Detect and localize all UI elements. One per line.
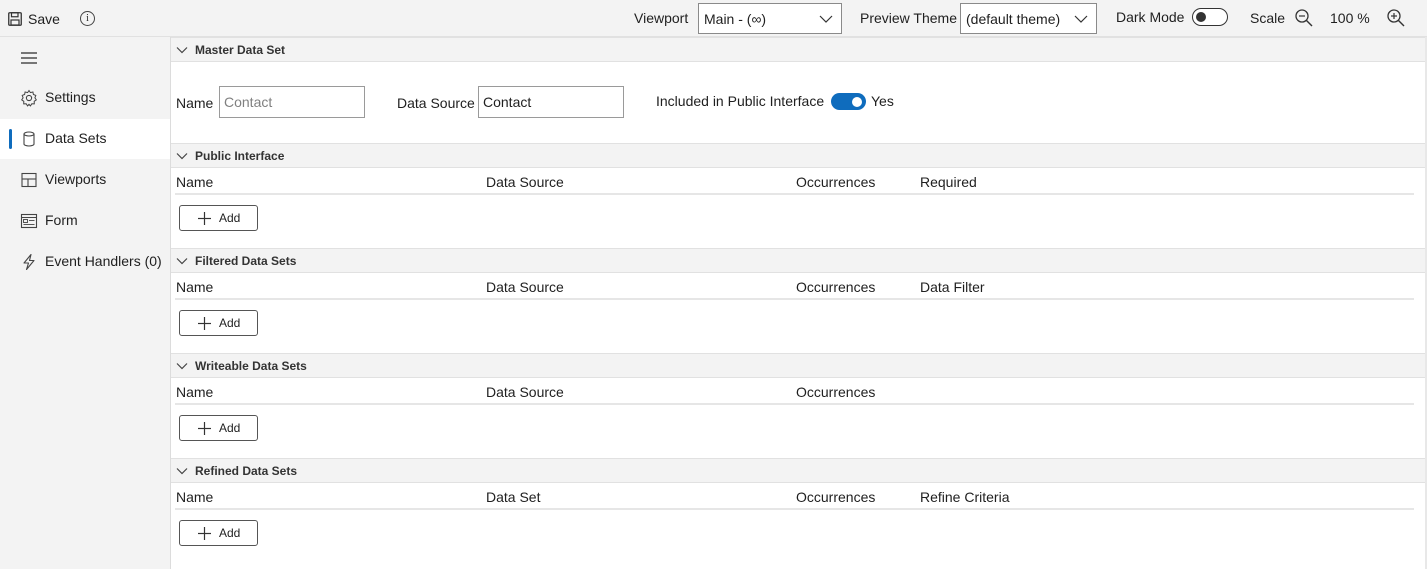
gear-icon [21, 89, 37, 107]
zoom-in-icon[interactable] [1386, 8, 1406, 28]
sidebar-item-event-handlers[interactable]: Event Handlers (0) [0, 242, 170, 282]
zoom-out-icon[interactable] [1294, 8, 1314, 28]
section-title: Writeable Data Sets [195, 359, 307, 373]
layout-icon [21, 172, 37, 188]
theme-select[interactable]: (default theme) [960, 3, 1097, 34]
chevron-down-icon [176, 468, 188, 475]
sidebar-item-viewports[interactable]: Viewports [0, 160, 170, 200]
data-source-input[interactable] [478, 86, 624, 118]
add-filtered-data-set-button[interactable]: Add [179, 310, 258, 336]
chevron-down-icon [176, 153, 188, 160]
viewport-label: Viewport [634, 10, 689, 26]
column-header-data-source: Data Source [486, 174, 564, 190]
column-header-data-source: Data Source [486, 384, 564, 400]
sidebar: Settings Data Sets Viewports Form Event … [0, 37, 171, 569]
info-button[interactable]: i [80, 0, 95, 37]
column-header-required: Required [920, 174, 977, 190]
save-button[interactable]: Save [8, 0, 60, 37]
dark-mode-label: Dark Mode [1116, 9, 1185, 25]
column-header-name: Name [176, 279, 214, 295]
save-icon [8, 11, 22, 26]
sidebar-item-label: Form [45, 212, 78, 228]
add-refined-data-set-button[interactable]: Add [179, 520, 258, 546]
plus-icon [198, 527, 211, 540]
info-icon: i [80, 11, 95, 26]
hamburger-menu-icon[interactable] [20, 51, 38, 65]
sidebar-item-label: Viewports [45, 171, 107, 187]
active-indicator [9, 129, 12, 149]
add-button-label: Add [219, 421, 241, 435]
public-interface-value: Yes [871, 93, 894, 109]
section-title: Refined Data Sets [195, 464, 298, 478]
scale-label: Scale [1250, 10, 1286, 26]
viewport-select[interactable]: Main - (∞) [698, 3, 842, 34]
sidebar-item-label: Event Handlers (0) [45, 253, 162, 269]
plus-icon [198, 212, 211, 225]
column-header-refine-criteria: Refine Criteria [920, 489, 1010, 505]
plus-icon [198, 422, 211, 435]
chevron-down-icon [1074, 15, 1088, 23]
chevron-down-icon [176, 47, 188, 54]
sidebar-item-label: Settings [45, 89, 96, 105]
data-source-label: Data Source [397, 95, 475, 111]
section-header-filtered-data-sets[interactable]: Filtered Data Sets [171, 248, 1425, 273]
name-label: Name [176, 95, 214, 111]
form-icon [20, 213, 38, 229]
add-public-interface-button[interactable]: Add [179, 205, 258, 231]
header-divider [175, 403, 1414, 405]
save-label: Save [28, 10, 60, 27]
header-divider [175, 193, 1414, 195]
zoom-value: 100 % [1330, 10, 1370, 26]
section-header-public-interface[interactable]: Public Interface [171, 143, 1425, 168]
section-header-refined-data-sets[interactable]: Refined Data Sets [171, 458, 1425, 483]
name-input[interactable] [219, 86, 365, 118]
lightning-icon [23, 253, 35, 271]
theme-value: (default theme) [966, 10, 1061, 27]
sidebar-item-form[interactable]: Form [0, 201, 170, 241]
section-header-writeable-data-sets[interactable]: Writeable Data Sets [171, 353, 1425, 378]
section-title: Master Data Set [195, 43, 286, 57]
column-header-occurrences: Occurrences [796, 279, 876, 295]
sidebar-item-data-sets[interactable]: Data Sets [0, 119, 170, 159]
sidebar-item-settings[interactable]: Settings [0, 78, 170, 118]
theme-label: Preview Theme [860, 10, 958, 26]
chevron-down-icon [819, 15, 833, 23]
toggle-knob [1196, 11, 1206, 22]
column-header-occurrences: Occurrences [796, 489, 876, 505]
chevron-down-icon [176, 363, 188, 370]
public-interface-toggle[interactable] [831, 93, 866, 110]
sidebar-item-label: Data Sets [45, 130, 107, 146]
top-toolbar: Save i Viewport Main - (∞) Preview Theme… [0, 0, 1427, 37]
section-title: Public Interface [195, 149, 285, 163]
dark-mode-toggle[interactable] [1192, 8, 1228, 26]
toggle-knob [852, 96, 862, 107]
column-header-name: Name [176, 489, 214, 505]
add-button-label: Add [219, 316, 241, 330]
main-content: Master Data Set Name Data Source Include… [171, 37, 1427, 569]
column-header-data-set: Data Set [486, 489, 541, 505]
database-icon [23, 131, 35, 147]
section-header-master-data-set[interactable]: Master Data Set [171, 37, 1425, 62]
viewport-value: Main - (∞) [704, 10, 767, 27]
add-button-label: Add [219, 526, 241, 540]
add-button-label: Add [219, 211, 241, 225]
section-title: Filtered Data Sets [195, 254, 297, 268]
column-header-name: Name [176, 384, 214, 400]
column-header-occurrences: Occurrences [796, 174, 876, 190]
public-interface-label: Included in Public Interface [656, 93, 825, 109]
header-divider [175, 508, 1414, 510]
header-divider [175, 298, 1414, 300]
chevron-down-icon [176, 258, 188, 265]
column-header-data-filter: Data Filter [920, 279, 985, 295]
column-header-occurrences: Occurrences [796, 384, 876, 400]
add-writeable-data-set-button[interactable]: Add [179, 415, 258, 441]
column-header-data-source: Data Source [486, 279, 564, 295]
column-header-name: Name [176, 174, 214, 190]
plus-icon [198, 317, 211, 330]
